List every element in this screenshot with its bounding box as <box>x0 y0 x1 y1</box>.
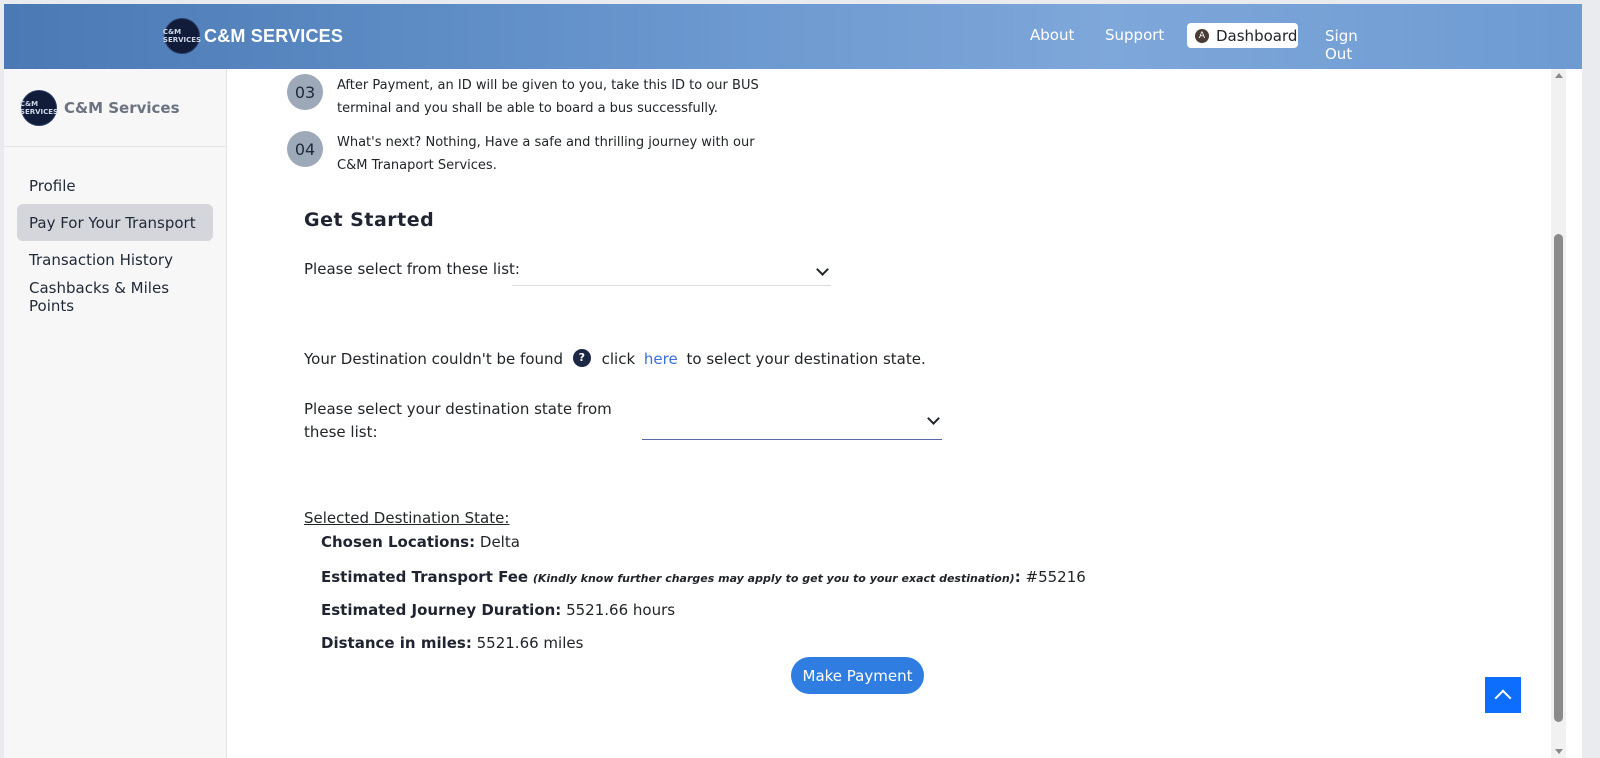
top-navbar: C&M SERVICES C&M SERVICES About Support … <box>4 4 1582 69</box>
sidebar-brand[interactable]: C&M SERVICES C&M Services <box>4 69 226 147</box>
select-list-label: Please select from these list: <box>304 260 520 278</box>
transport-fee-row: Estimated Transport Fee (Kindly know fur… <box>321 568 1086 586</box>
not-found-message: Your Destination couldn't be found <box>304 350 564 368</box>
back-to-top-button[interactable] <box>1485 677 1521 713</box>
journey-duration-row: Estimated Journey Duration: 5521.66 hour… <box>321 601 675 619</box>
sidebar-logo-icon: C&M SERVICES <box>19 89 59 126</box>
transport-fee-label: Estimated Transport Fee <box>321 568 529 586</box>
avatar: A <box>1195 28 1209 43</box>
scroll-up-icon[interactable] <box>1555 73 1563 78</box>
distance-row: Distance in miles: 5521.66 miles <box>321 634 583 652</box>
scrollbar[interactable] <box>1551 69 1566 758</box>
distance-label: Distance in miles: <box>321 634 472 652</box>
nav-dashboard-button[interactable]: A Dashboard <box>1187 23 1298 48</box>
journey-duration-value: 5521.66 hours <box>566 601 676 619</box>
destination-state-label: Please select your destination state fro… <box>304 400 612 441</box>
chosen-location-label: Chosen Locations: <box>321 533 476 551</box>
chevron-down-icon <box>927 412 940 425</box>
distance-value: 5521.66 miles <box>476 634 584 652</box>
chosen-location-row: Chosen Locations: Delta <box>321 533 520 551</box>
sidebar-item-label: Pay For Your Transport <box>29 213 196 232</box>
transport-fee-value: #55216 <box>1025 568 1086 586</box>
sidebar-item-label: Profile <box>29 176 76 195</box>
nav-support-link[interactable]: Support <box>1105 26 1164 44</box>
sidebar-brand-name: C&M Services <box>64 98 180 117</box>
nav-sign-out-link[interactable]: Sign Out <box>1325 27 1358 63</box>
step-item: 04 What's next? Nothing, Have a safe and… <box>287 131 777 177</box>
step-item: 03 After Payment, an ID will be given to… <box>287 74 777 120</box>
logo-icon: C&M SERVICES <box>162 18 202 54</box>
journey-duration-label: Estimated Journey Duration: <box>321 601 562 619</box>
chosen-location-value: Delta <box>479 533 520 551</box>
chevron-down-icon <box>816 263 829 276</box>
step-text: What's next? Nothing, Have a safe and th… <box>337 135 755 173</box>
sidebar-item-label: Cashbacks & Miles Points <box>29 278 170 315</box>
step-text: After Payment, an ID will be given to yo… <box>337 78 759 116</box>
nav-dashboard-label: Dashboard <box>1216 26 1298 45</box>
nav-about-link[interactable]: About <box>1030 26 1074 44</box>
brand-name: C&M SERVICES <box>204 25 344 46</box>
transport-fee-note: (Kindly know further charges may apply t… <box>532 572 1015 585</box>
not-found-suffix: to select your destination state. <box>686 350 926 368</box>
sidebar-item-label: Transaction History <box>29 250 173 269</box>
list-select[interactable] <box>512 259 831 286</box>
chevron-up-icon <box>1494 689 1512 707</box>
scroll-down-icon[interactable] <box>1555 749 1563 754</box>
step-number: 03 <box>287 74 323 110</box>
question-icon[interactable]: ? <box>572 348 591 367</box>
logo-text: C&M SERVICES <box>162 28 202 44</box>
make-payment-button[interactable]: Make Payment <box>791 657 924 694</box>
sidebar-item-profile[interactable]: Profile <box>17 167 213 204</box>
browser-viewport: C&M SERVICES C&M SERVICES About Support … <box>4 4 1582 758</box>
sidebar-item-pay-for-your-transport[interactable]: Pay For Your Transport <box>17 204 213 241</box>
destination-not-found-text: Your Destination couldn't be found ? cli… <box>304 348 926 369</box>
main-content: 03 After Payment, an ID will be given to… <box>227 69 1551 758</box>
brand[interactable]: C&M SERVICES C&M SERVICES <box>162 18 344 54</box>
sidebar: C&M SERVICES C&M Services Profile Pay Fo… <box>4 69 227 758</box>
sidebar-item-transaction-history[interactable]: Transaction History <box>17 241 213 278</box>
sidebar-item-cashbacks-miles-points[interactable]: Cashbacks & Miles Points <box>17 278 213 315</box>
here-link[interactable]: here <box>644 350 678 368</box>
sidebar-menu: Profile Pay For Your Transport Transacti… <box>4 147 226 315</box>
destination-state-select[interactable] <box>642 405 942 440</box>
step-number: 04 <box>287 131 323 167</box>
scrollbar-thumb[interactable] <box>1554 234 1563 722</box>
sidebar-logo-text: C&M SERVICES <box>19 99 59 116</box>
selected-destination-title: Selected Destination State: <box>304 509 510 527</box>
get-started-heading: Get Started <box>304 209 435 231</box>
click-text: click <box>601 350 636 368</box>
